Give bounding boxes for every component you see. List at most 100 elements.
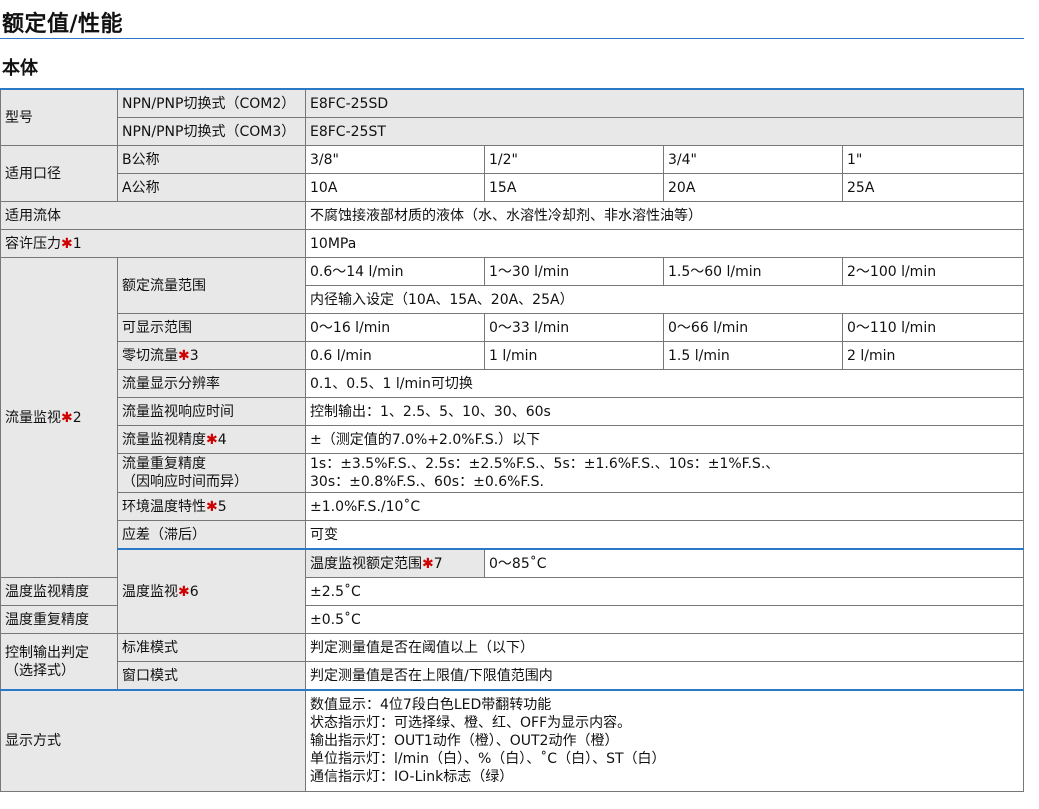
- zero-cut-cell: 2 l/min: [842, 341, 1024, 370]
- repeat-value-cell: 1s：±3.5%F.S.、2.5s：±2.5%F.S.、5s：±1.6%F.S.…: [305, 453, 1024, 493]
- display-line: 状态指示灯：可选择绿、橙、红、OFF为显示内容。: [310, 715, 632, 731]
- page-title: 额定值/性能: [2, 12, 124, 37]
- model-com3-value: E8FC-25ST: [305, 117, 1024, 146]
- a-nominal-label: A公称: [117, 173, 306, 202]
- display-range-cell: 0～16 l/min: [305, 313, 485, 342]
- note-star-icon: ✱: [206, 431, 218, 448]
- temp-rated-label: 温度监视额定范围: [310, 555, 422, 572]
- fluid-label: 适用流体: [0, 201, 306, 230]
- table-row: 流量监视精度✱4 ±（测定值的7.0%+2.0%F.S.）以下: [1, 425, 1024, 454]
- display-label: 显示方式: [0, 689, 306, 792]
- table-row: 型号 NPN/PNP切换式（COM2） E8FC-25SD: [0, 88, 1024, 146]
- ctrl-label-cell: 控制输出判定 （选择式）: [0, 633, 118, 691]
- table-row: 温度监视✱6 温度监视额定范围✱7 0～85˚C: [1, 548, 1024, 634]
- flow-label: 流量监视: [5, 409, 61, 426]
- rated-flow-setting: 内径输入设定（10A、15A、20A、25A）: [305, 285, 1024, 314]
- resolution-value: 0.1、0.5、1 l/min可切换: [305, 369, 1024, 398]
- temp-rated-note: 7: [433, 555, 443, 572]
- accuracy-label: 流量监视精度: [122, 431, 206, 448]
- table-row: 流量重复精度 （因响应时间而异） 1s：±3.5%F.S.、2.5s：±2.5%F…: [1, 453, 1024, 493]
- rated-flow-cell: 0.6～14 l/min: [305, 257, 485, 286]
- note-star-icon: ✱: [422, 555, 434, 572]
- zero-cut-cell: 1.5 l/min: [663, 341, 843, 370]
- zero-cut-label: 零切流量: [122, 347, 178, 364]
- display-line: 输出指示灯：OUT1动作（橙）、OUT2动作（橙）: [310, 733, 619, 749]
- rated-flow-label: 额定流量范围: [117, 257, 306, 314]
- resolution-label: 流量显示分辨率: [117, 369, 306, 398]
- repeat-label-line: 流量重复精度: [122, 456, 206, 472]
- response-value: 控制输出：1、2.5、5、10、30、60s: [305, 397, 1024, 426]
- response-label: 流量监视响应时间: [117, 397, 306, 426]
- zero-cut-note: 3: [189, 347, 199, 364]
- temp-mon-label-cell: 温度监视✱6: [117, 548, 306, 634]
- win-mode-label: 窗口模式: [117, 661, 306, 691]
- zero-cut-label-cell: 零切流量✱3: [117, 341, 306, 370]
- table-row: NPN/PNP切换式（COM3） E8FC-25ST: [1, 117, 1024, 146]
- pressure-note: 1: [72, 235, 82, 252]
- flow-note: 2: [72, 409, 82, 426]
- note-star-icon: ✱: [178, 583, 190, 600]
- display-line: 单位指示灯：l/min（白）、%（白）、˚C（白）、ST（白）: [310, 751, 666, 767]
- model-label: 型号: [0, 88, 118, 146]
- table-row: 适用流体 不腐蚀接液部材质的液体（水、水溶性冷却剂、非水溶性油等）: [0, 201, 1024, 230]
- temp-rated-label-cell: 温度监视额定范围✱7: [305, 548, 485, 578]
- pressure-value: 10MPa: [305, 229, 1024, 258]
- pressure-label-cell: 容许压力✱1: [0, 229, 306, 258]
- rated-flow-cell: 1.5～60 l/min: [663, 257, 843, 286]
- fluid-value: 不腐蚀接液部材质的液体（水、水溶性冷却剂、非水溶性油等）: [305, 201, 1024, 230]
- hysteresis-value: 可变: [305, 520, 1024, 550]
- note-star-icon: ✱: [178, 347, 190, 364]
- temp-char-note: 5: [217, 498, 227, 515]
- a-nominal-cell: 25A: [842, 173, 1024, 202]
- note-star-icon: ✱: [206, 498, 218, 515]
- table-row: A公称 10A 15A 20A 25A: [1, 173, 1024, 202]
- temp-char-label-cell: 环境温度特性✱5: [117, 492, 306, 521]
- table-row: 显示方式 数值显示：4位7段白色LED带翻转功能 状态指示灯：可选择绿、橙、红、…: [0, 689, 1024, 792]
- zero-cut-cell: 0.6 l/min: [305, 341, 485, 370]
- table-row: 应差（滞后） 可变: [1, 520, 1024, 550]
- temp-char-value: ±1.0%F.S./10˚C: [305, 492, 1024, 521]
- repeat-label-line: （因响应时间而异）: [122, 474, 248, 490]
- a-nominal-cell: 10A: [305, 173, 485, 202]
- table-row: 容许压力✱1 10MPa: [0, 229, 1024, 258]
- ctrl-label-line: （选择式）: [5, 662, 75, 679]
- display-range-cell: 0～110 l/min: [842, 313, 1024, 342]
- temp-mon-label: 温度监视: [122, 583, 178, 600]
- flow-label-cell: 流量监视✱2: [0, 257, 118, 578]
- std-mode-label: 标准模式: [117, 633, 306, 662]
- temp-char-label: 环境温度特性: [122, 498, 206, 515]
- repeat-label-cell: 流量重复精度 （因响应时间而异）: [117, 453, 306, 493]
- note-star-icon: ✱: [61, 409, 73, 426]
- accuracy-value: ±（测定值的7.0%+2.0%F.S.）以下: [305, 425, 1024, 454]
- display-range-cell: 0～33 l/min: [484, 313, 664, 342]
- b-nominal-cell: 1/2": [484, 145, 664, 174]
- table-row: 控制输出判定 （选择式） 标准模式 判定测量值是否在阈值以上（以下）: [0, 633, 1024, 691]
- accuracy-label-cell: 流量监视精度✱4: [117, 425, 306, 454]
- a-nominal-cell: 20A: [663, 173, 843, 202]
- title-divider: [0, 38, 1024, 39]
- repeat-value-line: 30s：±0.8%F.S.、60s：±0.6%F.S.: [310, 474, 544, 490]
- b-nominal-cell: 1": [842, 145, 1024, 174]
- table-row: 适用口径 B公称 3/8" 1/2" 3/4" 1": [0, 145, 1024, 202]
- rated-flow-cell: 1～30 l/min: [484, 257, 664, 286]
- display-line: 数值显示：4位7段白色LED带翻转功能: [310, 697, 552, 713]
- display-lines-cell: 数值显示：4位7段白色LED带翻转功能 状态指示灯：可选择绿、橙、红、OFF为显…: [305, 689, 1024, 792]
- accuracy-note: 4: [217, 431, 227, 448]
- b-nominal-cell: 3/8": [305, 145, 485, 174]
- table-row: 流量监视响应时间 控制输出：1、2.5、5、10、30、60s: [1, 397, 1024, 426]
- std-mode-value: 判定测量值是否在阈值以上（以下）: [305, 633, 1024, 662]
- zero-cut-cell: 1 l/min: [484, 341, 664, 370]
- table-row: 流量监视✱2 额定流量范围 0.6～14 l/min 1～30 l/min 1.…: [0, 257, 1024, 578]
- ctrl-label-line: 控制输出判定: [5, 644, 89, 661]
- table-row: 零切流量✱3 0.6 l/min 1 l/min 1.5 l/min 2 l/m…: [1, 341, 1024, 370]
- display-line: 通信指示灯：IO-Link标志（绿）: [310, 769, 514, 785]
- win-mode-value: 判定测量值是否在上限值/下限值范围内: [305, 661, 1024, 691]
- section-subtitle: 本体: [2, 58, 38, 79]
- table-row: 可显示范围 0～16 l/min 0～33 l/min 0～66 l/min 0…: [1, 313, 1024, 342]
- temp-rep-value: ±0.5˚C: [305, 605, 1024, 634]
- table-row: 环境温度特性✱5 ±1.0%F.S./10˚C: [1, 492, 1024, 521]
- temp-mon-note: 6: [189, 583, 199, 600]
- pressure-label: 容许压力: [5, 235, 61, 252]
- temp-rated-value: 0～85˚C: [484, 548, 1024, 578]
- table-row: 流量显示分辨率 0.1、0.5、1 l/min可切换: [1, 369, 1024, 398]
